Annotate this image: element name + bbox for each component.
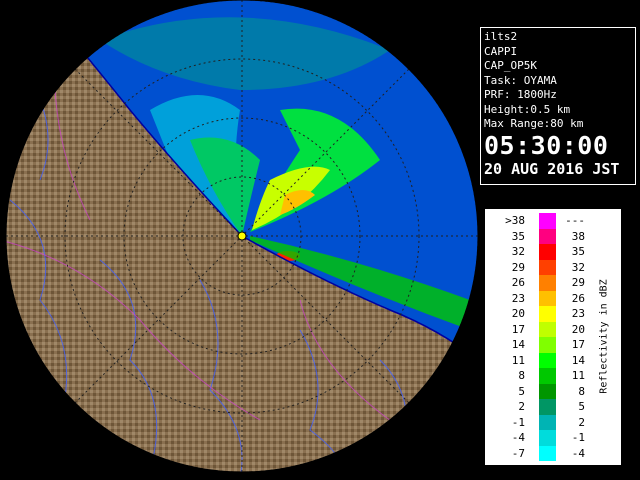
legend-upper-bound: 20 bbox=[571, 322, 585, 336]
legend-swatch bbox=[539, 414, 556, 431]
legend-upper-bound: 14 bbox=[571, 353, 585, 367]
legend-swatch bbox=[539, 430, 556, 446]
legend-upper-bound: --- bbox=[565, 214, 585, 227]
legend-upper-bound: 8 bbox=[578, 384, 585, 398]
legend-lower-bound: -7 bbox=[511, 446, 525, 460]
legend-row: >38 --- bbox=[485, 213, 621, 229]
legend-row: 32 35 bbox=[485, 244, 621, 260]
product-code: CAP_OP5K bbox=[484, 59, 537, 72]
legend-upper-bound: 35 bbox=[571, 245, 585, 258]
height-label: Height:0.5 km bbox=[484, 102, 571, 116]
legend-row: 35 38 bbox=[485, 228, 621, 245]
observation-time: 05:30:00 bbox=[484, 130, 609, 160]
legend-lower-bound: 2 bbox=[518, 400, 525, 413]
info-panel: ilts2 CAPPI CAP_OP5K Task: OYAMA PRF: 18… bbox=[480, 27, 636, 185]
legend-lower-bound: 17 bbox=[511, 322, 525, 336]
legend-swatch bbox=[539, 306, 556, 322]
legend-lower-bound: 26 bbox=[511, 276, 525, 289]
legend-swatch bbox=[539, 244, 556, 260]
prf-label: PRF: 1800Hz bbox=[484, 88, 557, 101]
legend-swatch bbox=[539, 399, 556, 415]
legend-lower-bound: 29 bbox=[511, 260, 525, 274]
legend-lower-bound: 35 bbox=[511, 229, 525, 243]
legend-upper-bound: 11 bbox=[571, 369, 585, 382]
legend-swatch bbox=[539, 259, 556, 276]
radar-map bbox=[0, 0, 478, 480]
legend-swatch bbox=[539, 337, 556, 353]
legend-upper-bound: 38 bbox=[571, 229, 585, 243]
legend-swatch bbox=[539, 213, 556, 229]
legend-swatch bbox=[539, 383, 556, 400]
legend-lower-bound: -1 bbox=[511, 415, 525, 429]
legend-row: -4 -1 bbox=[485, 430, 621, 446]
task-label: Task: OYAMA bbox=[484, 73, 557, 87]
product-id: ilts2 bbox=[484, 30, 518, 43]
legend-swatch bbox=[539, 321, 556, 338]
legend-upper-bound: 5 bbox=[578, 400, 585, 413]
legend-swatch bbox=[539, 275, 556, 291]
legend-swatch bbox=[539, 228, 556, 245]
legend-lower-bound: 20 bbox=[511, 307, 525, 320]
legend-upper-bound: -4 bbox=[571, 446, 585, 460]
legend-row: -1 2 bbox=[485, 414, 621, 431]
legend-lower-bound: >38 bbox=[505, 214, 525, 227]
legend-upper-bound: 32 bbox=[571, 260, 585, 274]
legend-row: -7 -4 bbox=[485, 445, 621, 462]
legend-upper-bound: 17 bbox=[571, 338, 585, 351]
product-type: CAPPI bbox=[484, 44, 518, 58]
legend-swatch bbox=[539, 290, 556, 307]
legend-lower-bound: 14 bbox=[511, 338, 525, 351]
legend-lower-bound: -4 bbox=[511, 431, 525, 444]
legend-swatch bbox=[539, 445, 556, 462]
radar-site bbox=[237, 231, 247, 241]
legend-swatch bbox=[539, 352, 556, 369]
legend-upper-bound: 26 bbox=[571, 291, 585, 305]
legend-upper-bound: 29 bbox=[571, 276, 585, 289]
legend-swatch bbox=[539, 368, 556, 384]
observation-date: 20 AUG 2016 JST bbox=[484, 159, 620, 178]
legend-lower-bound: 5 bbox=[518, 384, 525, 398]
legend-lower-bound: 23 bbox=[511, 291, 525, 305]
legend-title: Reflectivity in dBZ bbox=[598, 279, 610, 394]
legend-lower-bound: 8 bbox=[518, 369, 525, 382]
legend-upper-bound: -1 bbox=[571, 431, 585, 444]
legend-lower-bound: 32 bbox=[511, 245, 525, 258]
max-range-label: Max Range:80 km bbox=[484, 117, 584, 130]
legend-upper-bound: 2 bbox=[578, 415, 585, 429]
legend-lower-bound: 11 bbox=[511, 353, 525, 367]
legend-upper-bound: 23 bbox=[571, 307, 585, 320]
